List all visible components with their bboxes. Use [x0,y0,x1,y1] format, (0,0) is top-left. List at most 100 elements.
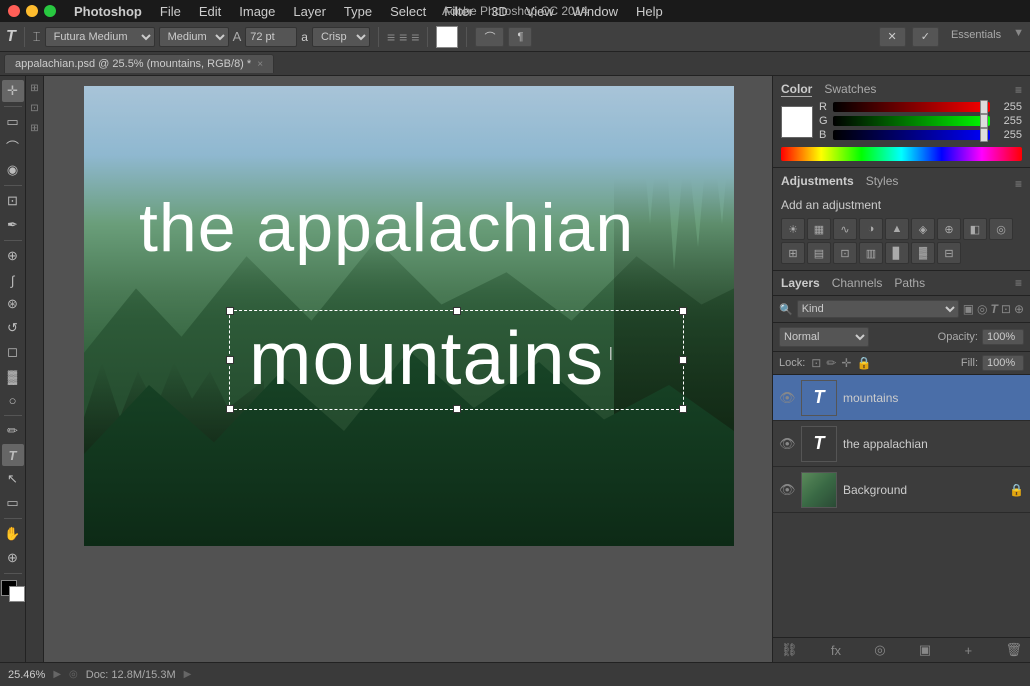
panel-icon-2[interactable]: ⊡ [27,100,43,116]
doc-size-arrows[interactable]: ▶ [184,669,192,680]
vibrance-icon[interactable]: ▲ [885,218,909,240]
text-align-center-icon[interactable]: ≡ [399,29,407,45]
tab-channels[interactable]: Channels [832,276,883,290]
filter-pixel-icon[interactable]: ▣ [963,302,974,316]
hand-tool[interactable]: ✋ [2,523,24,545]
marquee-tool[interactable]: ▭ [2,111,24,133]
menu-type[interactable]: Type [336,2,380,21]
layer-item-mountains[interactable]: 👁 T mountains [773,375,1030,421]
history-brush-tool[interactable]: ↺ [2,317,24,339]
color-preview-swatch[interactable] [781,106,813,138]
layers-panel-menu-icon[interactable]: ≡ [1015,276,1022,290]
opacity-input[interactable]: 100% [982,329,1024,345]
tab-close-button[interactable]: × [257,59,263,70]
zoom-toggle-icon[interactable]: ▶ [53,669,61,680]
anti-alias-select[interactable]: Crisp [312,27,370,47]
brush-tool[interactable]: ∫ [2,269,24,291]
eyedropper-tool[interactable]: ✒ [2,214,24,236]
panel-icon-1[interactable]: ⊞ [27,80,43,96]
close-button[interactable] [8,5,20,17]
levels-icon[interactable]: ▦ [807,218,831,240]
font-style-select[interactable]: Medium [159,27,229,47]
panel-icon-3[interactable]: ⊞ [27,120,43,136]
layers-kind-select[interactable]: Kind [797,300,959,318]
dodge-tool[interactable]: ○ [2,389,24,411]
maximize-button[interactable] [44,5,56,17]
fg-bg-color-picker[interactable] [1,580,25,602]
commit-text-button[interactable]: ✓ [912,27,939,47]
green-slider-track[interactable] [833,116,990,126]
menu-layer[interactable]: Layer [285,2,334,21]
filter-adjust-icon[interactable]: ◎ [977,302,987,316]
canvas-area[interactable]: the appalachian mountains | [44,76,772,662]
color-balance-icon[interactable]: ⊕ [937,218,961,240]
filter-type-icon[interactable]: T [991,302,998,316]
minimize-button[interactable] [26,5,38,17]
color-lookup-icon[interactable]: ▤ [807,242,831,264]
add-mask-icon[interactable]: ◎ [874,642,885,658]
character-panel-button[interactable]: ¶ [508,27,532,47]
font-size-input[interactable] [245,27,297,47]
menu-help[interactable]: Help [628,2,671,21]
red-slider-track[interactable] [833,102,990,112]
tab-layers[interactable]: Layers [781,276,820,290]
menu-photoshop[interactable]: Photoshop [66,2,150,21]
menu-edit[interactable]: Edit [191,2,229,21]
tab-adjustments[interactable]: Adjustments [781,174,854,188]
posterize-icon[interactable]: ▥ [859,242,883,264]
tab-styles[interactable]: Styles [866,174,899,188]
layer-effects-icon[interactable]: fx [831,643,841,658]
blend-mode-select[interactable]: Normal [779,327,869,347]
text-align-right-icon[interactable]: ≡ [411,29,419,45]
path-select-tool[interactable]: ↖ [2,468,24,490]
exposure-icon[interactable]: ◑ [859,218,883,240]
link-layers-icon[interactable]: ⛓ [781,642,798,658]
color-spectrum-bar[interactable] [781,147,1022,161]
adjustments-panel-menu-icon[interactable]: ≡ [1015,177,1022,191]
filter-shape-icon[interactable]: ⊡ [1001,302,1011,316]
new-layer-icon[interactable]: + [965,643,973,658]
new-group-icon[interactable]: ▣ [919,642,931,658]
crop-tool[interactable]: ⊡ [2,190,24,212]
tab-swatches[interactable]: Swatches [824,82,876,97]
warp-text-button[interactable]: ⌒ [475,27,504,47]
menu-file[interactable]: File [152,2,189,21]
menu-select[interactable]: Select [382,2,434,21]
lasso-tool[interactable]: ⌒ [2,135,24,157]
healing-tool[interactable]: ⊕ [2,245,24,267]
document-tab[interactable]: appalachian.psd @ 25.5% (mountains, RGB/… [4,54,274,73]
font-family-select[interactable]: Futura Medium [45,27,155,47]
photo-filter-icon[interactable]: ◎ [989,218,1013,240]
status-doc-info-icon[interactable]: ◎ [69,669,78,680]
color-panel-menu-icon[interactable]: ≡ [1015,83,1022,97]
background-color[interactable] [9,586,25,602]
lock-all-icon[interactable]: 🔒 [856,356,871,370]
channel-mixer-icon[interactable]: ⊞ [781,242,805,264]
eraser-tool[interactable]: ◻ [2,341,24,363]
tab-color[interactable]: Color [781,82,812,97]
clone-tool[interactable]: ⊛ [2,293,24,315]
pen-tool[interactable]: ✏ [2,420,24,442]
layer-visibility-appalachian[interactable]: 👁 [779,436,795,452]
invert-icon[interactable]: ⊡ [833,242,857,264]
layer-visibility-background[interactable]: 👁 [779,482,795,498]
layer-item-appalachian[interactable]: 👁 T the appalachian [773,421,1030,467]
text-color-swatch[interactable] [436,26,458,48]
tab-paths[interactable]: Paths [894,276,925,290]
lock-paint-icon[interactable]: ✏ [826,356,836,370]
brightness-contrast-icon[interactable]: ☀ [781,218,805,240]
threshold-icon[interactable]: ▊ [885,242,909,264]
layer-item-background[interactable]: 👁 Background 🔒 [773,467,1030,513]
text-align-left-icon[interactable]: ≡ [387,29,395,45]
curves-icon[interactable]: ∿ [833,218,857,240]
lock-transparent-icon[interactable]: ⊡ [811,356,821,370]
gradient-tool[interactable]: ▓ [2,365,24,387]
zoom-tool[interactable]: ⊕ [2,547,24,569]
fill-input[interactable]: 100% [982,355,1024,371]
layer-visibility-mountains[interactable]: 👁 [779,390,795,406]
filter-smart-icon[interactable]: ⊕ [1014,302,1024,316]
move-tool[interactable]: ✛ [2,80,24,102]
lock-move-icon[interactable]: ✛ [841,356,851,370]
cancel-text-button[interactable]: ✕ [879,27,906,47]
menu-image[interactable]: Image [231,2,283,21]
